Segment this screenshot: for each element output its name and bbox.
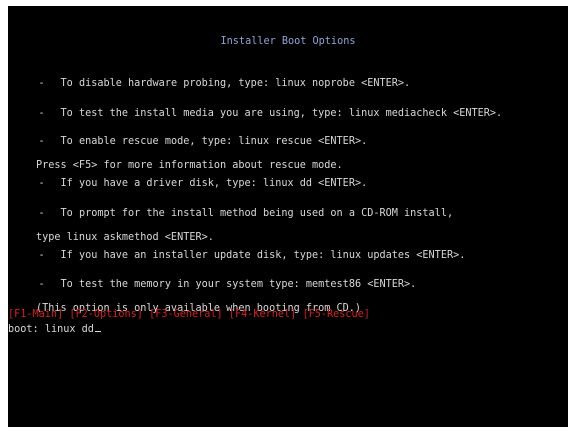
text-cursor xyxy=(94,331,101,332)
boot-prompt[interactable]: boot: linux dd xyxy=(8,324,101,336)
option-mediacheck-text: To test the install media you are using,… xyxy=(60,108,503,119)
option-noprobe-text: To disable hardware probing, type: linux… xyxy=(60,78,411,89)
boot-prompt-label: boot: xyxy=(8,324,39,335)
bullet-dash: - xyxy=(38,178,45,189)
option-rescue-text: To enable rescue mode, type: linux rescu… xyxy=(60,136,368,147)
fkey-rescue[interactable]: [F5-Rescue] xyxy=(302,309,369,320)
bullet-dash: - xyxy=(38,78,45,89)
bullet-dash: - xyxy=(38,250,45,261)
fkey-general[interactable]: [F3-General] xyxy=(149,309,223,320)
option-driver-disk-text: If you have a driver disk, type: linux d… xyxy=(60,178,368,189)
fkey-kernel[interactable]: [F4-Kernel] xyxy=(229,309,296,320)
fkey-options[interactable]: [F2-Options] xyxy=(69,309,143,320)
bullet-dash: - xyxy=(38,279,45,290)
fkey-main[interactable]: [F1-Main] xyxy=(8,309,63,320)
option-memtest-text: To test the memory in your system type: … xyxy=(60,279,417,290)
boot-command-input[interactable]: linux dd xyxy=(45,324,94,335)
bullet-dash: - xyxy=(38,136,45,147)
bullet-dash: - xyxy=(38,108,45,119)
option-askmethod-text: To prompt for the install method being u… xyxy=(60,208,454,219)
bullet-dash: - xyxy=(38,208,45,219)
boot-screen: Installer Boot Options - To disable hardw… xyxy=(8,6,568,427)
function-key-bar: [F1-Main] [F2-Options] [F3-General] [F4-… xyxy=(8,309,370,321)
option-updates-text: If you have an installer update disk, ty… xyxy=(60,250,466,261)
boot-options-title: Installer Boot Options xyxy=(220,36,356,47)
